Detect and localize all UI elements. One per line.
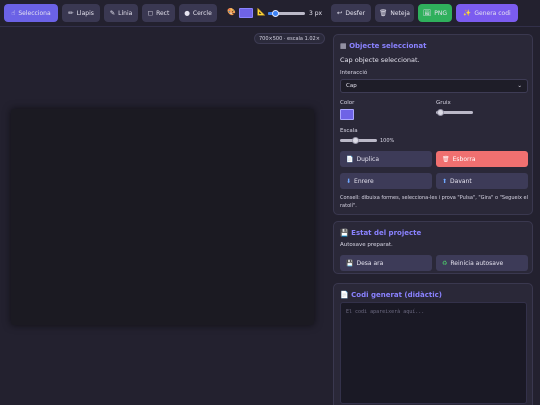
reset-autosave-label: Reinicia autosave [450,259,504,267]
image-icon: 🖼 [422,8,432,17]
scale-slider-thumb[interactable] [352,136,359,144]
scale-value: 100% [380,138,395,144]
undo-label: Desfer [345,9,366,17]
generated-code-textarea[interactable]: El codi apareixerà aquí... [340,302,527,404]
send-back-button[interactable]: ⬇ Enrere [340,173,432,189]
circle-icon: ● [184,8,190,17]
generated-code-title: 📄 Codi generat (didàctic) [340,291,442,299]
save-now-button[interactable]: 💾 Desa ara [340,255,432,271]
color-label: Color [340,100,355,106]
thickness-slider-thumb[interactable] [272,9,279,17]
arrow-down-icon: ⬇ [346,177,352,185]
sparkles-icon: ✨ [463,8,472,17]
trash-icon: 🗑 [379,8,388,17]
clear-label: Neteja [390,9,410,17]
drawing-canvas[interactable] [11,109,314,325]
floppy-disk-icon: 💾 [346,259,354,267]
line-tool-label: Línia [118,9,133,17]
line-tool-button[interactable]: ✎ Línia [104,4,138,22]
scale-slider[interactable] [340,136,377,144]
project-state-panel: 💾 Estat del projecte Autosave preparat. … [333,221,533,274]
selection-status: Cap objecte seleccionat. [340,56,420,64]
duplicate-label: Duplica [356,155,380,163]
autosave-status: Autosave preparat. [340,242,393,248]
square-icon: ◻ [147,8,154,17]
thickness-slider[interactable] [268,9,305,17]
undo-button[interactable]: ↩ Desfer [331,4,371,22]
select-tool-label: Selecciona [18,9,51,17]
grid-icon: ▦ [340,42,347,50]
recycle-icon: ♻ [442,259,448,267]
project-state-title-text: Estat del projecte [351,229,422,237]
document-icon: 📄 [346,155,354,163]
selected-object-title: ▦ Objecte seleccionat [340,42,426,50]
interaction-select[interactable]: Cap ⌄ [340,79,528,93]
object-thickness-thumb[interactable] [437,108,444,116]
bring-front-button[interactable]: ⬆ Davant [436,173,528,189]
circle-tool-label: Cercle [192,9,212,17]
export-png-button[interactable]: 🖼 PNG [418,4,452,22]
duplicate-button[interactable]: 📄 Duplica [340,151,432,167]
arrow-up-icon: ⬆ [442,177,448,185]
send-back-label: Enrere [354,177,374,185]
palette-icon: 🎨 [227,8,236,16]
delete-label: Esborra [452,155,476,163]
interaction-label: Interacció [340,70,368,76]
generate-code-button[interactable]: ✨ Genera codi [456,4,518,22]
selected-object-title-text: Objecte seleccionat [349,42,427,50]
interaction-select-value: Cap [346,83,357,89]
toolbar: ☝ Selecciona ✏ Llapis ✎ Línia ◻ Rect ● C… [0,0,540,27]
line-icon: ✎ [109,8,116,17]
circle-tool-button[interactable]: ● Cercle [179,4,217,22]
select-tool-button[interactable]: ☝ Selecciona [4,4,58,22]
undo-icon: ↩ [336,8,343,17]
code-placeholder: El codi apareixerà aquí... [346,309,425,315]
thickness-value: 3 px [309,10,323,17]
pencil-tool-label: Llapis [76,9,94,17]
hand-pointer-icon: ☝ [11,8,16,17]
ruler-icon: 📐 [257,8,266,16]
thickness-label: Gruix [436,100,451,106]
tip-text: Consell: dibuixa formes, selecciona-les … [340,195,528,209]
document-icon: 📄 [340,291,349,299]
pencil-tool-button[interactable]: ✏ Llapis [62,4,100,22]
floppy-disk-icon: 💾 [340,229,349,237]
delete-button[interactable]: 🗑 Esborra [436,151,528,167]
save-now-label: Desa ara [356,259,384,267]
stroke-color-picker[interactable] [239,8,253,18]
png-label: PNG [434,9,448,17]
scale-label: Escala [340,128,358,134]
reset-autosave-button[interactable]: ♻ Reinicia autosave [436,255,528,271]
project-state-title: 💾 Estat del projecte [340,229,421,237]
generated-code-panel: 📄 Codi generat (didàctic) El codi aparei… [333,283,533,405]
pencil-icon: ✏ [68,8,74,17]
canvas-scale-badge: 700×500 · escala 1.02× [254,33,325,44]
object-thickness-slider[interactable] [436,108,473,116]
chevron-down-icon: ⌄ [517,83,522,89]
clear-button[interactable]: 🗑 Neteja [375,4,414,22]
generated-code-title-text: Codi generat (didàctic) [351,291,442,299]
rect-tool-label: Rect [156,9,170,17]
bring-front-label: Davant [450,177,472,185]
generate-code-label: Genera codi [474,9,511,17]
trash-icon: 🗑 [442,155,450,163]
rect-tool-button[interactable]: ◻ Rect [142,4,175,22]
selected-object-panel: ▦ Objecte seleccionat Cap objecte selecc… [333,34,533,215]
object-color-picker[interactable] [340,109,354,120]
